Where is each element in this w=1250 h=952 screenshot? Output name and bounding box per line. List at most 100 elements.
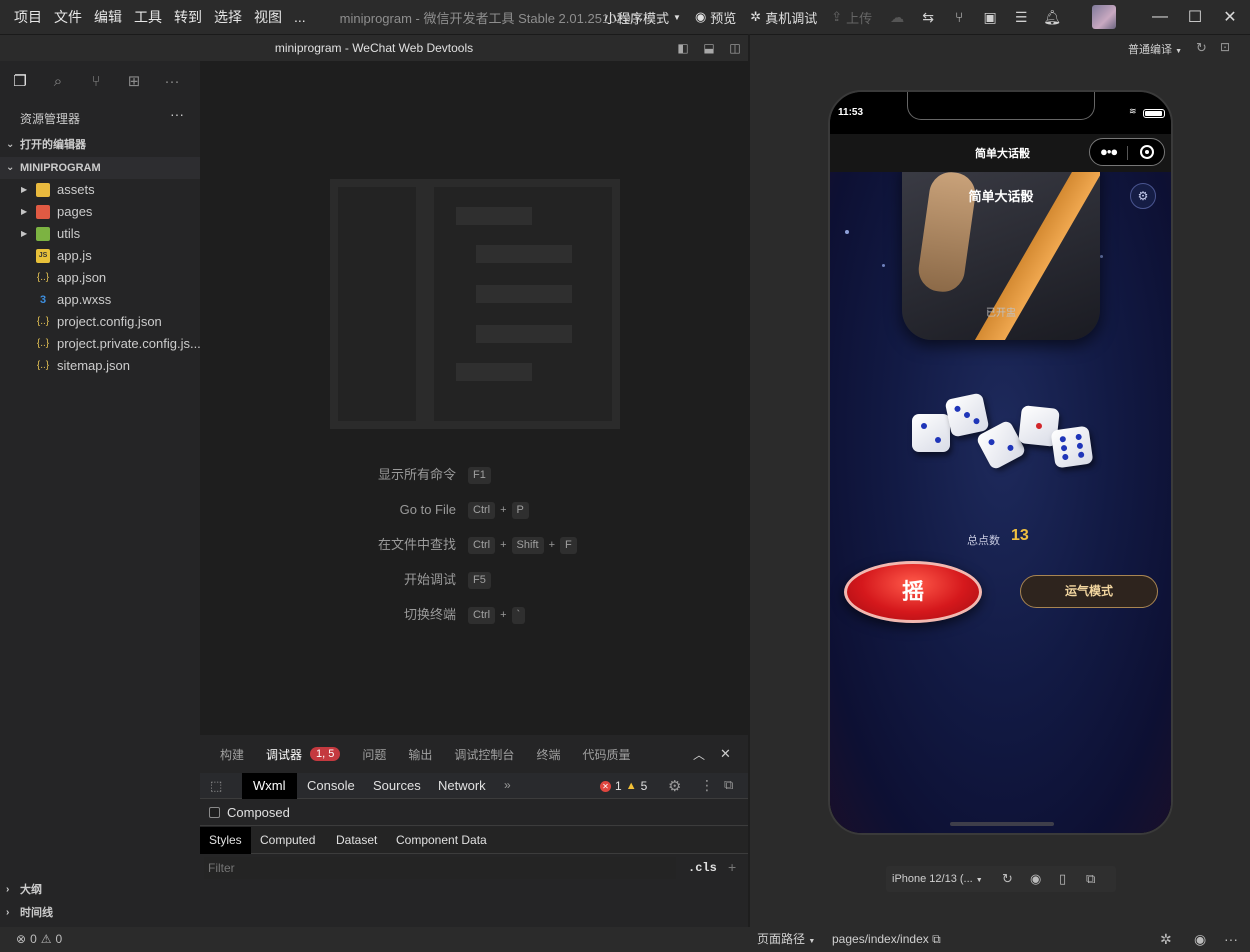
menu-view[interactable]: 视图 (248, 0, 288, 34)
copy-icon[interactable]: ⧉ (932, 932, 941, 946)
menu-tools[interactable]: 工具 (128, 0, 168, 34)
settings-icon[interactable]: ⚙ (668, 777, 681, 795)
list-icon[interactable]: ☰ (1010, 0, 1032, 34)
toggle-sidebar-icon[interactable]: ◧ (676, 41, 690, 55)
project-section[interactable]: ⌄ MINIPROGRAM (0, 157, 200, 179)
kebab-menu-icon[interactable]: ⋮ (700, 777, 714, 794)
tab-problems[interactable]: 问题 (362, 746, 386, 763)
editor-title: miniprogram - WeChat Web Devtools (274, 41, 474, 55)
tab-code-quality[interactable]: 代码质量 (582, 746, 630, 763)
split-editor-icon[interactable]: ◫ (728, 41, 742, 55)
tab-component-data[interactable]: Component Data (387, 827, 496, 854)
tree-item-app-wxss[interactable]: 3 app.wxss (0, 289, 200, 311)
more-icon[interactable]: ··· (162, 71, 182, 91)
page-path-dropdown[interactable]: 页面路径 ▼ (757, 927, 815, 952)
toggle-panel-icon[interactable]: ⬓ (702, 41, 716, 55)
realdevice-debug-button[interactable]: ✲ 真机调试 (750, 8, 817, 27)
tree-item-utils[interactable]: ▶ utils (0, 223, 200, 245)
shortcut-label: 显示所有命令 (377, 467, 456, 482)
tree-item-app-js[interactable]: JS app.js (0, 245, 200, 267)
add-style-icon[interactable]: + (728, 859, 736, 875)
menu-file[interactable]: 文件 (48, 0, 88, 34)
search-icon[interactable]: ⌕ (48, 71, 68, 91)
tab-network[interactable]: Network (427, 773, 497, 799)
tree-item-pages[interactable]: ▶ pages (0, 201, 200, 223)
tree-item-label: sitemap.json (57, 358, 130, 373)
close-panel-icon[interactable]: ✕ (720, 746, 731, 762)
detach-icon[interactable]: ⧉ (1086, 871, 1095, 887)
styles-filter-input[interactable] (204, 857, 676, 879)
tree-item-project-config[interactable]: {..} project.config.json (0, 311, 200, 333)
explorer-more-icon[interactable]: ··· (170, 106, 184, 122)
tree-item-app-json[interactable]: {..} app.json (0, 267, 200, 289)
maximize-icon[interactable]: ☐ (1175, 0, 1215, 34)
tab-output[interactable]: 输出 (408, 746, 432, 763)
swap-icon[interactable]: ⇆ (917, 0, 939, 34)
json-file-icon: {..} (36, 338, 50, 349)
minimize-icon[interactable]: — (1140, 0, 1180, 34)
composed-checkbox[interactable] (209, 807, 220, 818)
explorer-icon[interactable]: ❐ (10, 71, 30, 91)
key: P (511, 501, 529, 519)
cloud-icon[interactable]: ☁ (886, 0, 908, 34)
avatar[interactable] (1092, 5, 1116, 29)
tab-build[interactable]: 构建 (220, 746, 244, 763)
more-dots-icon[interactable]: ●•● (1100, 144, 1118, 159)
issue-counter[interactable]: ✕ 1 ▲ 5 (600, 779, 647, 793)
rotate-icon[interactable]: ↻ (1002, 871, 1013, 887)
tab-wxml[interactable]: Wxml (242, 773, 297, 799)
tab-debug-console[interactable]: 调试控制台 (454, 746, 514, 763)
undock-icon[interactable]: ⧉ (724, 777, 733, 793)
tab-dataset[interactable]: Dataset (327, 827, 386, 854)
record-icon[interactable]: ◉ (1030, 871, 1041, 887)
css-file-icon: 3 (39, 294, 47, 306)
bug-icon[interactable]: ✲ (1160, 931, 1172, 948)
cls-button[interactable]: .cls (688, 861, 717, 875)
tab-console[interactable]: Console (296, 773, 366, 799)
capsule-button[interactable]: ●•● (1089, 138, 1165, 166)
more-tabs-icon[interactable]: » (504, 778, 511, 792)
device-select[interactable]: iPhone 12/13 (... ▼ (892, 873, 983, 885)
extensions-icon[interactable]: ⊞ (124, 71, 144, 91)
settings-icon[interactable]: ⚙ (1130, 183, 1156, 209)
tab-styles[interactable]: Styles (200, 827, 251, 854)
refresh-icon[interactable]: ↻ (1196, 40, 1207, 56)
upload-button[interactable]: ⇪ 上传 (831, 8, 872, 27)
menu-goto[interactable]: 转到 (168, 0, 208, 34)
simulator-header: 普通编译 ▼ ↻ ⊡ (750, 34, 1250, 61)
inspect-icon[interactable]: ⬚ (210, 778, 222, 794)
menu-edit[interactable]: 编辑 (88, 0, 128, 34)
luck-mode-button[interactable]: 运气模式 (1020, 575, 1158, 608)
save-icon[interactable]: ⊡ (1220, 40, 1230, 54)
outline-section[interactable]: › 大纲 (0, 879, 200, 901)
close-icon[interactable]: ✕ (1210, 0, 1250, 34)
timeline-section[interactable]: › 时间线 (0, 902, 200, 924)
tab-terminal[interactable]: 终端 (536, 746, 560, 763)
mode-dropdown[interactable]: 小程序模式 ▼ (604, 8, 681, 27)
menu-project[interactable]: 项目 (8, 0, 48, 34)
open-editors-section[interactable]: ⌄ 打开的编辑器 (0, 134, 200, 156)
more-icon[interactable]: ··· (1224, 931, 1238, 947)
problems-summary[interactable]: ⊗ 0 ⚠ 0 (16, 927, 62, 952)
eye-icon[interactable]: ◉ (1194, 931, 1206, 948)
preview-button[interactable]: ◉ 预览 (695, 8, 736, 27)
tree-item-project-private-config[interactable]: {..} project.private.config.js... (0, 333, 200, 355)
tab-computed[interactable]: Computed (251, 827, 324, 854)
compile-dropdown[interactable]: 普通编译 ▼ (1128, 41, 1182, 57)
chevron-up-icon[interactable]: ︿ (693, 746, 705, 763)
shake-button[interactable]: 摇 (844, 561, 982, 623)
exit-target-icon[interactable] (1140, 145, 1154, 159)
layout-icon[interactable]: ▣ (979, 0, 1001, 34)
tab-sources[interactable]: Sources (362, 773, 432, 799)
menu-more[interactable]: ... (288, 0, 312, 34)
tab-debugger[interactable]: 调试器 (266, 746, 302, 763)
tree-item-sitemap[interactable]: {..} sitemap.json (0, 355, 200, 377)
key: Ctrl (468, 606, 496, 624)
branch-icon[interactable]: ⑂ (948, 0, 970, 34)
phone-icon[interactable]: ▯ (1059, 871, 1066, 887)
source-control-icon[interactable]: ⑂ (86, 71, 106, 91)
bell-icon[interactable]: 🔔︎ (1041, 0, 1063, 34)
tree-item-assets[interactable]: ▶ assets (0, 179, 200, 201)
menu-select[interactable]: 选择 (208, 0, 248, 34)
bug-icon: ✲ (750, 9, 762, 24)
